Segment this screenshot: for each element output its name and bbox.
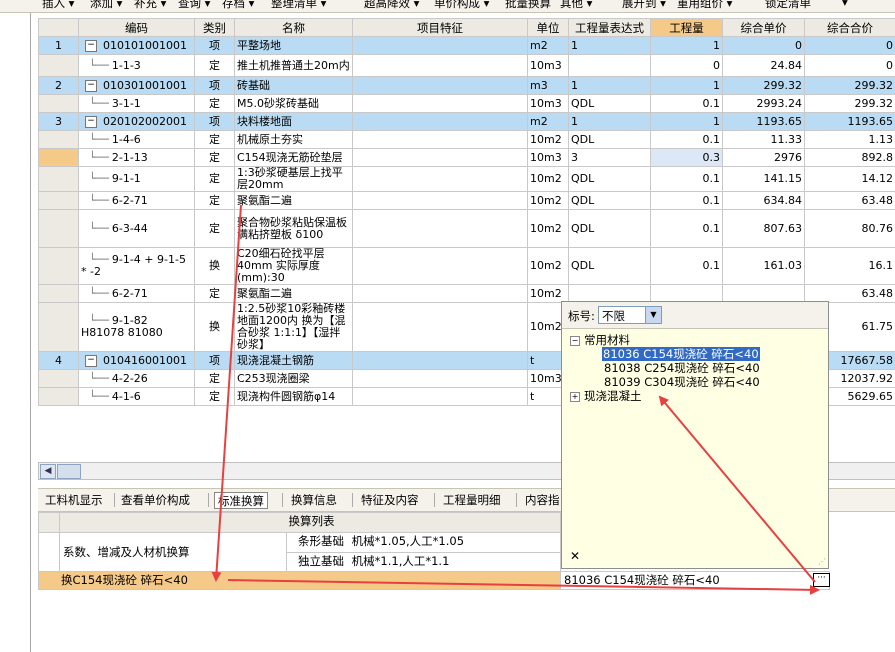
annotation-arrows xyxy=(211,204,820,595)
annotation-arrow xyxy=(658,395,816,583)
annotation-arrow xyxy=(211,204,242,582)
annotation-arrow xyxy=(227,579,820,595)
